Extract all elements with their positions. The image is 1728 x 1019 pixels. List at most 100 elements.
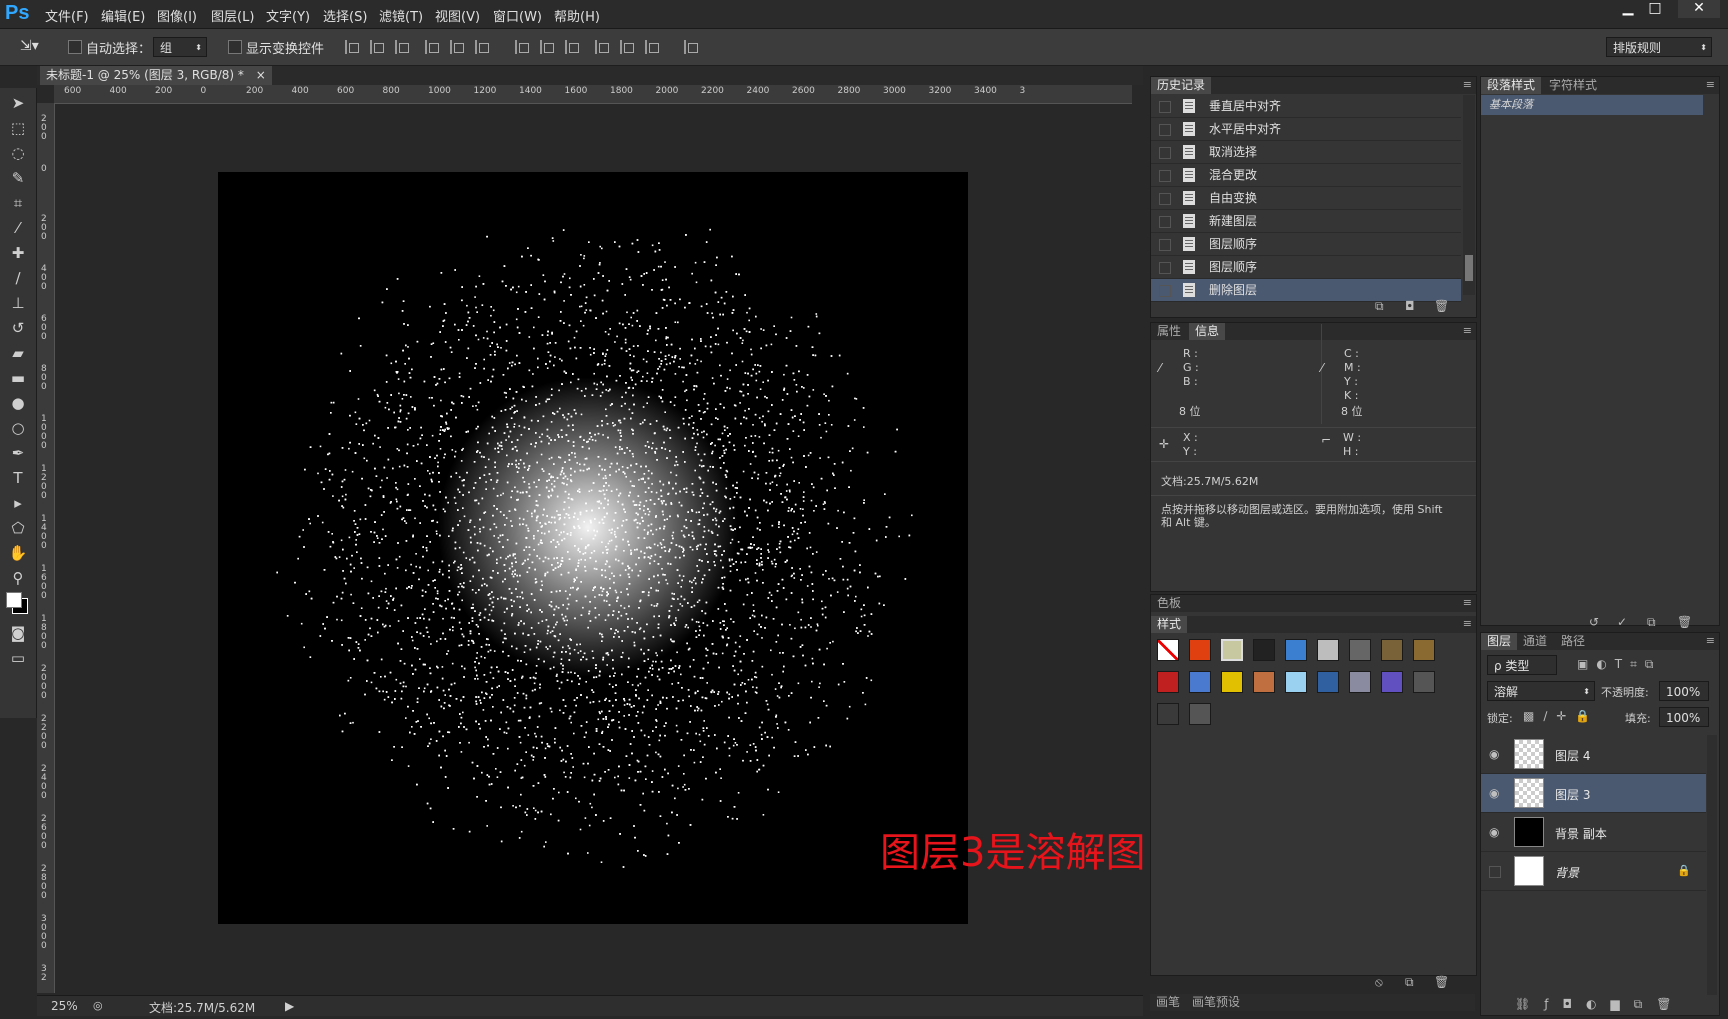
screen-mode-icon[interactable]: ▭ <box>8 648 28 668</box>
opacity-field[interactable]: 100% <box>1659 681 1709 701</box>
menu-type[interactable]: 文字(Y) <box>266 6 310 25</box>
quick-select-tool-icon[interactable]: ✎ <box>8 168 28 188</box>
tab-styles[interactable]: 样式 <box>1151 616 1188 633</box>
history-item[interactable]: 图层顺序 <box>1151 233 1461 256</box>
style-swatch[interactable] <box>1221 671 1243 693</box>
panel-menu-icon[interactable]: ≡ <box>1463 78 1472 91</box>
menu-edit[interactable]: 编辑(E) <box>101 6 145 25</box>
foreground-color-swatch[interactable] <box>6 592 22 608</box>
layer-row[interactable]: ◉ 图层 3 <box>1481 774 1706 813</box>
new-style-icon[interactable]: ⧉ <box>1405 975 1414 990</box>
history-item[interactable]: 垂直居中对齐 <box>1151 95 1461 118</box>
eyedropper-tool-icon[interactable]: ⁄ <box>8 218 28 238</box>
blur-tool-icon[interactable]: ● <box>8 393 28 413</box>
auto-select-dropdown[interactable]: 组 ⬍ <box>153 37 207 57</box>
path-select-tool-icon[interactable]: ▸ <box>8 493 28 513</box>
menu-filter[interactable]: 滤镜(T) <box>379 6 423 25</box>
type-tool-icon[interactable]: T <box>8 468 28 488</box>
new-document-from-state-icon[interactable]: ⧉ <box>1375 299 1384 314</box>
stamp-tool-icon[interactable]: ⊥ <box>8 293 28 313</box>
style-swatch[interactable] <box>1285 639 1307 661</box>
move-tool-icon[interactable]: ➤ <box>8 93 28 113</box>
menu-file[interactable]: 文件(F) <box>45 6 89 25</box>
history-source-checkbox[interactable] <box>1159 239 1171 251</box>
style-swatch[interactable] <box>1157 639 1179 661</box>
layer-row[interactable]: ◉ 背景 副本 <box>1481 813 1706 852</box>
layers-scrollbar[interactable] <box>1707 735 1717 995</box>
panel-menu-icon[interactable]: ≡ <box>1706 634 1715 647</box>
tab-layers[interactable]: 图层 <box>1481 633 1518 650</box>
visibility-eye-icon[interactable]: ◉ <box>1489 747 1499 761</box>
history-brush-tool-icon[interactable]: ↺ <box>8 318 28 338</box>
menu-window[interactable]: 窗口(W) <box>493 6 542 25</box>
history-scrollbar[interactable] <box>1463 95 1475 295</box>
tab-character-styles[interactable]: 字符样式 <box>1543 77 1603 94</box>
distribute-hcenter-icon[interactable] <box>620 40 636 54</box>
crop-tool-icon[interactable]: ⌗ <box>8 193 28 213</box>
history-source-checkbox[interactable] <box>1159 147 1171 159</box>
lock-icons[interactable]: ▩∕✛🔒 <box>1523 709 1599 723</box>
history-item[interactable]: 图层顺序 <box>1151 256 1461 279</box>
eraser-tool-icon[interactable]: ▰ <box>8 343 28 363</box>
document-tab[interactable]: 未标题-1 @ 25% (图层 3, RGB/8) * × <box>40 66 272 85</box>
align-bottom-icon[interactable] <box>395 40 411 54</box>
document-canvas[interactable] <box>218 172 968 924</box>
visibility-toggle[interactable] <box>1489 866 1501 878</box>
style-swatch[interactable] <box>1381 639 1403 661</box>
lasso-tool-icon[interactable]: ◌ <box>8 143 28 163</box>
history-item[interactable]: 取消选择 <box>1151 141 1461 164</box>
redefine-style-icon[interactable]: ✓ <box>1617 615 1627 629</box>
menu-layer[interactable]: 图层(L) <box>211 6 254 25</box>
tab-brush[interactable]: 画笔 <box>1150 994 1186 1011</box>
trash-icon[interactable]: 🗑 <box>1434 299 1449 313</box>
tab-channels[interactable]: 通道 <box>1517 633 1553 650</box>
panel-menu-icon[interactable]: ≡ <box>1706 78 1715 91</box>
tab-info[interactable]: 信息 <box>1189 323 1226 340</box>
style-swatch[interactable] <box>1253 671 1275 693</box>
tab-brush-presets[interactable]: 画笔预设 <box>1186 994 1246 1011</box>
history-source-checkbox[interactable] <box>1159 124 1171 136</box>
zoom-tool-icon[interactable]: ⚲ <box>8 568 28 588</box>
no-style-icon[interactable]: ⦸ <box>1375 975 1383 990</box>
auto-select-checkbox[interactable] <box>68 40 82 54</box>
new-paragraph-style-icon[interactable]: ⧉ <box>1647 615 1656 630</box>
style-swatch[interactable] <box>1413 639 1435 661</box>
show-transform-checkbox[interactable] <box>228 40 242 54</box>
distribute-left-icon[interactable] <box>595 40 611 54</box>
visibility-eye-icon[interactable]: ◉ <box>1489 786 1499 800</box>
auto-align-icon[interactable] <box>684 40 700 54</box>
snapshot-icon[interactable]: ◘ <box>1405 299 1415 313</box>
tab-paragraph-styles[interactable]: 段落样式 <box>1481 77 1542 94</box>
maximize-button[interactable]: □ <box>1640 0 1670 18</box>
align-top-icon[interactable] <box>345 40 361 54</box>
style-swatch[interactable] <box>1285 671 1307 693</box>
fill-field[interactable]: 100% <box>1659 707 1709 727</box>
distribute-vcenter-icon[interactable] <box>540 40 556 54</box>
history-item[interactable]: 删除图层 <box>1151 279 1461 302</box>
brush-tool-icon[interactable]: ∕ <box>8 268 28 288</box>
align-left-icon[interactable] <box>425 40 441 54</box>
status-info-icon[interactable]: ◎ <box>93 999 103 1012</box>
close-button[interactable]: ✕ <box>1678 0 1720 18</box>
workspace-dropdown[interactable]: 排版规则 ⬍ <box>1606 37 1712 57</box>
blend-mode-dropdown[interactable]: 溶解 ⬍ <box>1487 681 1595 701</box>
move-tool-preset-icon[interactable]: ⇲▾ <box>20 38 39 54</box>
distribute-bottom-icon[interactable] <box>565 40 581 54</box>
history-item[interactable]: 水平居中对齐 <box>1151 118 1461 141</box>
tab-properties[interactable]: 属性 <box>1151 323 1187 340</box>
style-swatch[interactable] <box>1349 671 1371 693</box>
history-scrollbar-thumb[interactable] <box>1465 255 1473 281</box>
layer-row[interactable]: ◉ 图层 4 <box>1481 735 1706 774</box>
history-source-checkbox[interactable] <box>1159 216 1171 228</box>
align-right-icon[interactable] <box>475 40 491 54</box>
trash-icon[interactable]: 🗑 <box>1677 615 1692 629</box>
trash-icon[interactable]: 🗑 <box>1434 975 1449 989</box>
menu-help[interactable]: 帮助(H) <box>554 6 600 25</box>
history-source-checkbox[interactable] <box>1159 101 1171 113</box>
align-vcenter-icon[interactable] <box>370 40 386 54</box>
style-swatch[interactable] <box>1189 639 1211 661</box>
style-swatch[interactable] <box>1189 671 1211 693</box>
history-item[interactable]: 混合更改 <box>1151 164 1461 187</box>
close-tab-icon[interactable]: × <box>256 68 266 82</box>
panel-menu-icon[interactable]: ≡ <box>1463 324 1472 337</box>
